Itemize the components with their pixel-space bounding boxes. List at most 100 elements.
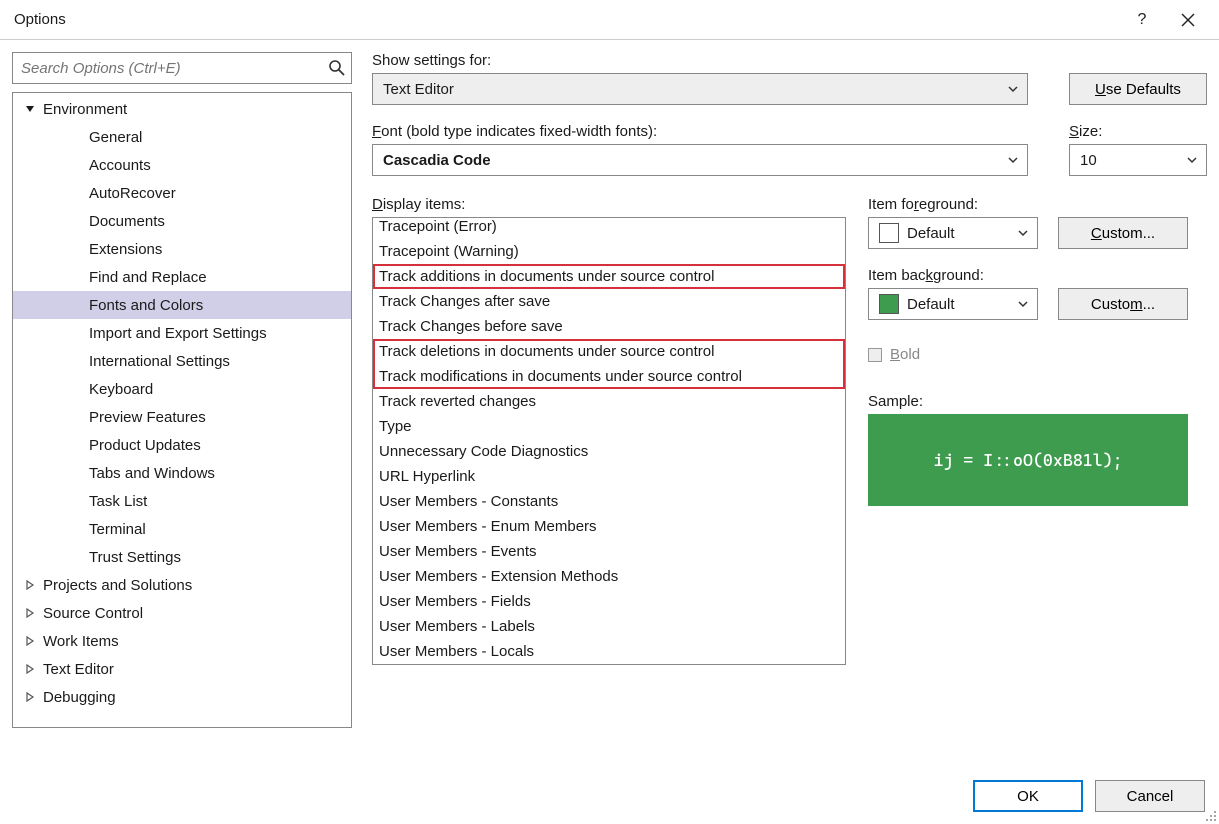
tree-item[interactable]: Source Control bbox=[13, 599, 351, 627]
display-item[interactable]: Track Changes before save bbox=[373, 314, 845, 339]
show-settings-value: Text Editor bbox=[383, 81, 454, 98]
tree-indent bbox=[69, 494, 83, 508]
tree-indent bbox=[69, 522, 83, 536]
chevron-down-icon bbox=[1007, 154, 1019, 166]
background-value: Default bbox=[907, 296, 955, 313]
tree-indent bbox=[69, 326, 83, 340]
tree-item-label: Keyboard bbox=[89, 381, 153, 398]
sample-preview: ij = I::oO(0xB81l); bbox=[868, 414, 1188, 506]
ok-button[interactable]: OK bbox=[973, 780, 1083, 812]
tree-indent bbox=[69, 186, 83, 200]
display-item[interactable]: Type bbox=[373, 414, 845, 439]
tree-indent bbox=[69, 214, 83, 228]
tree-item-label: Text Editor bbox=[43, 661, 114, 678]
tree-item[interactable]: International Settings bbox=[13, 347, 351, 375]
display-item[interactable]: User Members - Locals bbox=[373, 639, 845, 664]
tree-indent bbox=[69, 382, 83, 396]
tree-item[interactable]: Task List bbox=[13, 487, 351, 515]
display-item[interactable]: Tracepoint (Warning) bbox=[373, 239, 845, 264]
tree-item-label: AutoRecover bbox=[89, 185, 176, 202]
titlebar: Options ? bbox=[0, 0, 1219, 40]
display-item[interactable]: Unnecessary Code Diagnostics bbox=[373, 439, 845, 464]
font-select[interactable]: Cascadia Code bbox=[372, 144, 1028, 176]
resize-grip[interactable] bbox=[1203, 808, 1217, 822]
tree-item[interactable]: Preview Features bbox=[13, 403, 351, 431]
show-settings-select[interactable]: Text Editor bbox=[372, 73, 1028, 105]
sample-text: ij = I::oO(0xB81l); bbox=[933, 450, 1122, 470]
chevron-down-icon bbox=[23, 102, 37, 116]
display-items-list[interactable]: Tracepoint (Error)Tracepoint (Warning)Tr… bbox=[372, 217, 846, 665]
tree-item[interactable]: Tabs and Windows bbox=[13, 459, 351, 487]
tree-indent bbox=[69, 410, 83, 424]
tree-item[interactable]: Keyboard bbox=[13, 375, 351, 403]
tree-item[interactable]: Projects and Solutions bbox=[13, 571, 351, 599]
tree-item[interactable]: Import and Export Settings bbox=[13, 319, 351, 347]
tree-item[interactable]: Work Items bbox=[13, 627, 351, 655]
tree-item-label: Projects and Solutions bbox=[43, 577, 192, 594]
bold-label: Bold bbox=[890, 346, 920, 363]
tree-item[interactable]: Environment bbox=[13, 95, 351, 123]
display-item[interactable]: URL Hyperlink bbox=[373, 464, 845, 489]
tree-item-label: Import and Export Settings bbox=[89, 325, 267, 342]
tree-item[interactable]: Debugging bbox=[13, 683, 351, 711]
display-item[interactable]: Track deletions in documents under sourc… bbox=[373, 339, 845, 364]
display-item[interactable]: User Members - Events bbox=[373, 539, 845, 564]
tree-item[interactable]: Accounts bbox=[13, 151, 351, 179]
tree-item-label: Product Updates bbox=[89, 437, 201, 454]
help-button[interactable]: ? bbox=[1119, 4, 1165, 36]
display-item[interactable]: User Members - Fields bbox=[373, 589, 845, 614]
tree-item[interactable]: General bbox=[13, 123, 351, 151]
tree-item-label: Extensions bbox=[89, 241, 162, 258]
size-select[interactable]: 10 bbox=[1069, 144, 1207, 176]
display-item[interactable]: Tracepoint (Error) bbox=[373, 217, 845, 239]
tree-item-label: General bbox=[89, 129, 142, 146]
sample-label: Sample: bbox=[868, 393, 1188, 410]
item-background-label: Item background: bbox=[868, 267, 1188, 284]
chevron-right-icon bbox=[23, 690, 37, 704]
chevron-down-icon bbox=[1186, 154, 1198, 166]
tree-item-label: Terminal bbox=[89, 521, 146, 538]
tree-indent bbox=[69, 354, 83, 368]
tree-item-label: Accounts bbox=[89, 157, 151, 174]
tree-item[interactable]: Fonts and Colors bbox=[13, 291, 351, 319]
display-item[interactable]: User Members - Constants bbox=[373, 489, 845, 514]
display-item[interactable]: User Members - Enum Members bbox=[373, 514, 845, 539]
display-item[interactable]: Track reverted changes bbox=[373, 389, 845, 414]
item-foreground-select[interactable]: Default bbox=[868, 217, 1038, 249]
tree-item[interactable]: Product Updates bbox=[13, 431, 351, 459]
chevron-right-icon bbox=[23, 606, 37, 620]
display-items-label: Display items: bbox=[372, 196, 846, 213]
display-item[interactable]: User Members - Extension Methods bbox=[373, 564, 845, 589]
chevron-right-icon bbox=[23, 634, 37, 648]
bold-checkbox[interactable]: Bold bbox=[868, 346, 1188, 363]
close-button[interactable] bbox=[1165, 4, 1211, 36]
show-settings-label: Show settings for: bbox=[372, 52, 1047, 69]
tree-item[interactable]: Extensions bbox=[13, 235, 351, 263]
tree-item[interactable]: Terminal bbox=[13, 515, 351, 543]
size-label: Size: bbox=[1069, 123, 1207, 140]
display-item[interactable]: Track additions in documents under sourc… bbox=[373, 264, 845, 289]
tree-indent bbox=[69, 550, 83, 564]
tree-item-label: Preview Features bbox=[89, 409, 206, 426]
cancel-button[interactable]: Cancel bbox=[1095, 780, 1205, 812]
chevron-down-icon bbox=[1017, 227, 1029, 239]
chevron-right-icon bbox=[23, 662, 37, 676]
tree-item[interactable]: Documents bbox=[13, 207, 351, 235]
tree-item[interactable]: Trust Settings bbox=[13, 543, 351, 571]
foreground-custom-button[interactable]: Custom... bbox=[1058, 217, 1188, 249]
tree-indent bbox=[69, 130, 83, 144]
use-defaults-button[interactable]: Use Defaults bbox=[1069, 73, 1207, 105]
background-swatch bbox=[879, 294, 899, 314]
tree-item[interactable]: Find and Replace bbox=[13, 263, 351, 291]
tree-item-label: Debugging bbox=[43, 689, 116, 706]
display-item[interactable]: Track modifications in documents under s… bbox=[373, 364, 845, 389]
item-background-select[interactable]: Default bbox=[868, 288, 1038, 320]
tree-item[interactable]: Text Editor bbox=[13, 655, 351, 683]
tree-item-label: International Settings bbox=[89, 353, 230, 370]
display-item[interactable]: Track Changes after save bbox=[373, 289, 845, 314]
background-custom-button[interactable]: Custom... bbox=[1058, 288, 1188, 320]
display-item[interactable]: User Members - Labels bbox=[373, 614, 845, 639]
options-tree[interactable]: Environment General Accounts AutoRecover Doc… bbox=[12, 92, 352, 728]
tree-item[interactable]: AutoRecover bbox=[13, 179, 351, 207]
search-input[interactable] bbox=[12, 52, 352, 84]
